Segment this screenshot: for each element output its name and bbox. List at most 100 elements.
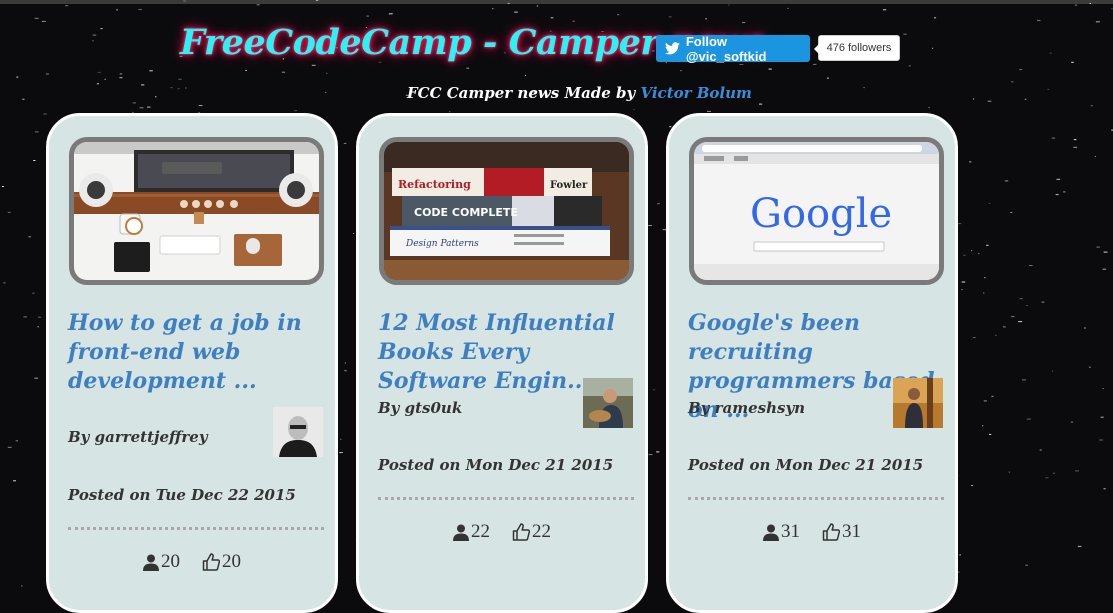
- star: [256, 4, 260, 6]
- article-byline: By rameshsyn: [688, 399, 806, 417]
- star: [984, 277, 986, 279]
- user-icon: [763, 524, 779, 541]
- star: [1051, 370, 1054, 372]
- card-divider: [688, 497, 944, 500]
- upvote-count: 22: [471, 521, 490, 542]
- star: [1073, 139, 1077, 141]
- user-icon: [453, 524, 469, 541]
- star: [141, 84, 145, 86]
- book-title-design-patterns: Design Patterns: [405, 239, 479, 249]
- star: [1102, 268, 1107, 270]
- star: [100, 28, 103, 30]
- star: [989, 433, 992, 435]
- star: [1056, 178, 1061, 180]
- author-avatar[interactable]: [583, 378, 633, 428]
- star: [707, 110, 711, 112]
- star: [41, 20, 46, 22]
- star: [177, 88, 180, 90]
- star: [978, 253, 980, 255]
- star: [1077, 545, 1082, 547]
- star: [1102, 388, 1104, 390]
- google-logo-text: Google: [750, 191, 892, 237]
- star: [656, 451, 660, 453]
- star: [903, 33, 907, 35]
- star: [34, 17, 39, 19]
- star: [1041, 301, 1045, 303]
- star: [1100, 416, 1104, 418]
- card-stats: 31 31: [669, 521, 955, 543]
- news-card: How to get a job in front-end web develo…: [46, 113, 338, 613]
- star: [705, 18, 707, 20]
- star: [22, 98, 25, 100]
- star: [963, 254, 966, 256]
- article-thumbnail[interactable]: Refactoring Fowler CODE COMPLETE Design …: [379, 137, 634, 285]
- like-stat[interactable]: 31: [822, 521, 861, 543]
- star: [657, 203, 660, 205]
- star: [1090, 105, 1093, 107]
- star: [1045, 477, 1049, 479]
- star: [969, 161, 972, 163]
- star: [1025, 564, 1029, 566]
- star: [7, 211, 11, 213]
- star: [1074, 4, 1078, 6]
- star: [198, 105, 203, 106]
- star: [958, 571, 960, 573]
- article-thumbnail[interactable]: [69, 137, 324, 285]
- star: [1103, 251, 1108, 253]
- star: [149, 70, 153, 72]
- star: [932, 47, 934, 49]
- star: [116, 9, 118, 11]
- article-byline: By gts0uk: [378, 399, 463, 417]
- twitter-follow-button[interactable]: Follow @vic_softkid: [656, 33, 810, 64]
- article-headline[interactable]: How to get a job in front-end web develo…: [68, 309, 330, 396]
- star: [1011, 316, 1015, 318]
- star: [728, 4, 730, 6]
- author-avatar[interactable]: [893, 378, 943, 428]
- like-count: 22: [532, 521, 551, 542]
- card-divider: [378, 497, 634, 500]
- star: [38, 316, 41, 318]
- star: [492, 8, 494, 10]
- article-posted-date: Posted on Mon Dec 21 2015: [688, 456, 924, 474]
- star: [32, 292, 35, 294]
- star: [759, 103, 763, 105]
- article-thumbnail[interactable]: Google: [689, 137, 944, 285]
- star: [281, 71, 286, 73]
- star: [1111, 8, 1113, 10]
- author-link[interactable]: Victor Bolum: [640, 84, 751, 102]
- like-stat[interactable]: 20: [202, 551, 241, 573]
- books-stack-photo: Refactoring Fowler CODE COMPLETE Design …: [384, 142, 629, 280]
- card-stats: 22 22: [359, 521, 645, 543]
- star: [65, 5, 69, 7]
- follow-button-label: Follow @vic_softkid: [685, 33, 767, 64]
- star: [536, 5, 539, 7]
- star: [138, 9, 142, 10]
- star: [1070, 421, 1074, 423]
- star: [961, 289, 963, 291]
- star: [995, 334, 997, 336]
- author-avatar-photo: [893, 378, 943, 428]
- star: [1039, 449, 1042, 451]
- star: [34, 131, 39, 133]
- star: [132, 102, 136, 104]
- star: [787, 7, 789, 9]
- star: [973, 98, 975, 100]
- star: [155, 96, 157, 98]
- star: [352, 232, 355, 234]
- like-stat[interactable]: 22: [512, 521, 551, 543]
- star: [28, 236, 31, 238]
- star: [813, 63, 817, 65]
- star: [1071, 61, 1074, 63]
- star: [344, 362, 346, 364]
- upvote-stat: 22: [453, 521, 490, 543]
- author-avatar[interactable]: [273, 407, 323, 457]
- star: [739, 64, 744, 65]
- star: [315, 0, 319, 1]
- star: [45, 73, 49, 75]
- star: [1099, 439, 1103, 441]
- star: [668, 16, 672, 18]
- star: [34, 377, 38, 379]
- star: [92, 40, 94, 42]
- subtitle-prefix: FCC Camper news Made by: [407, 84, 636, 102]
- followers-count-bubble[interactable]: 476 followers: [814, 35, 900, 61]
